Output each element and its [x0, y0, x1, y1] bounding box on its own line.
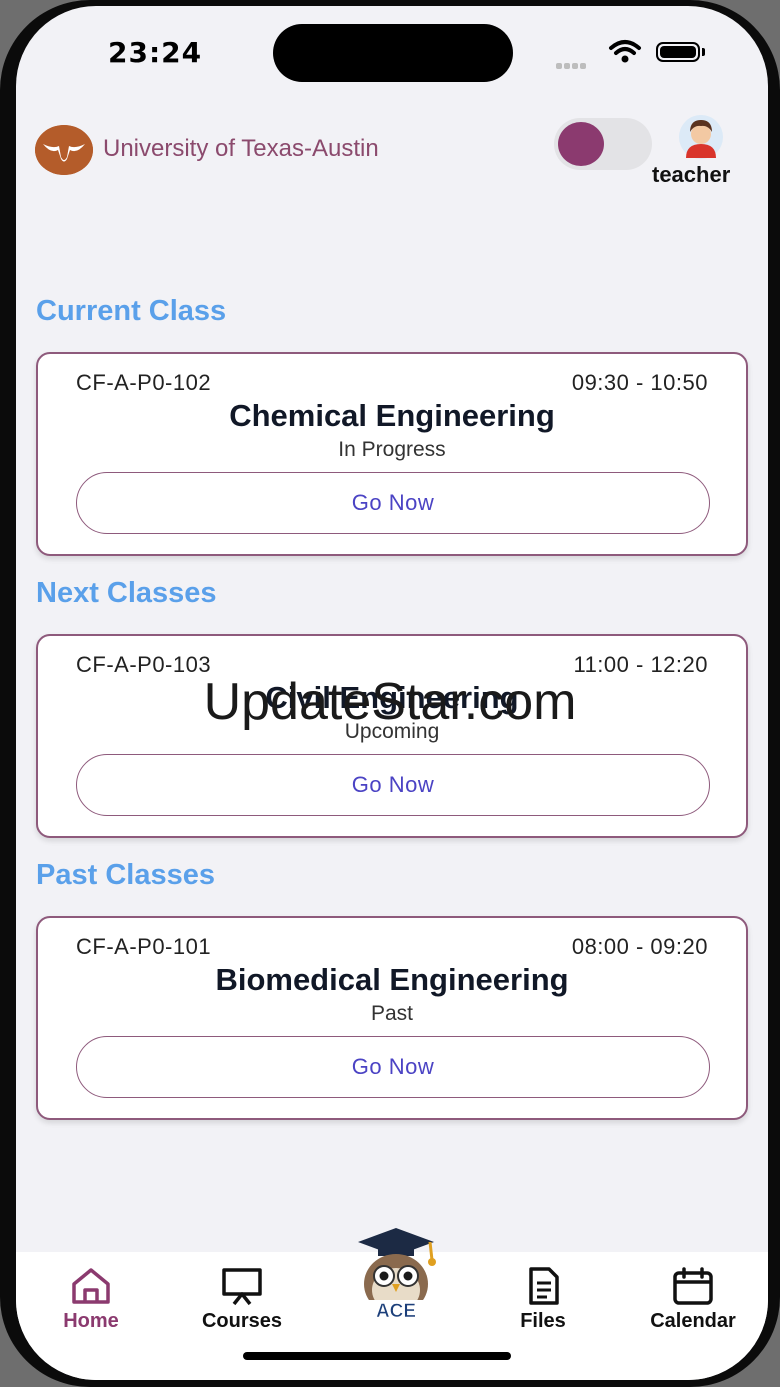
- go-now-button[interactable]: Go Now: [76, 754, 710, 816]
- role-label: teacher: [652, 162, 731, 187]
- class-code: CF-A-P0-101: [76, 934, 212, 959]
- wifi-icon: [609, 40, 641, 63]
- battery-icon: [656, 42, 700, 62]
- class-title: Biomedical Engineering: [215, 962, 569, 997]
- go-now-button[interactable]: Go Now: [76, 1036, 710, 1098]
- calendar-icon: [673, 1267, 713, 1305]
- tab-home-label: Home: [63, 1310, 119, 1332]
- tab-calendar[interactable]: Calendar: [628, 1266, 758, 1346]
- teacher-avatar-icon[interactable]: [678, 114, 724, 160]
- university-name: University of Texas-Austin: [103, 135, 379, 162]
- class-time: 11:00 - 12:20: [573, 652, 708, 677]
- tab-calendar-label: Calendar: [650, 1310, 736, 1332]
- status-icons: [556, 40, 726, 69]
- class-code: CF-A-P0-103: [76, 652, 212, 677]
- class-title: Civil Engineering: [265, 680, 519, 715]
- tab-home[interactable]: Home: [26, 1266, 156, 1346]
- class-card-current: CF-A-P0-102 09:30 - 10:50 Chemical Engin…: [36, 352, 748, 556]
- tab-courses-label: Courses: [201, 1310, 283, 1332]
- class-time: 08:00 - 09:20: [571, 934, 708, 959]
- document-icon: [529, 1267, 559, 1305]
- status-time: 23:24: [108, 36, 203, 69]
- section-heading-current: Current Class: [36, 295, 227, 327]
- battery-tip: [702, 48, 705, 56]
- toggle-knob[interactable]: [558, 122, 604, 166]
- tab-files-label: Files: [520, 1310, 566, 1332]
- presentation-board-icon: [222, 1268, 262, 1306]
- bottom-tab-bar: Home Courses ACE Files Calendar: [16, 1228, 768, 1380]
- class-card-next: CF-A-P0-103 11:00 - 12:20 Civil Engineer…: [36, 634, 748, 838]
- home-icon: [72, 1268, 110, 1304]
- tab-courses[interactable]: Courses: [177, 1266, 307, 1346]
- class-status: In Progress: [338, 438, 446, 461]
- phone-frame: 23:24 University of Texas-Austin teacher…: [0, 0, 780, 1387]
- app-screen: 23:24 University of Texas-Austin teacher…: [16, 6, 768, 1380]
- dynamic-island: [273, 24, 513, 82]
- role-toggle[interactable]: [554, 118, 652, 170]
- home-indicator[interactable]: [243, 1352, 511, 1360]
- ace-label: ACE: [376, 1301, 416, 1322]
- class-status: Upcoming: [344, 720, 440, 743]
- tab-files[interactable]: Files: [478, 1266, 608, 1346]
- class-time: 09:30 - 10:50: [571, 370, 708, 395]
- class-status: Past: [370, 1002, 414, 1025]
- section-heading-past: Past Classes: [36, 859, 215, 891]
- longhorn-logo-icon: [35, 125, 93, 175]
- cellular-signal-icon: [556, 54, 588, 73]
- go-now-button[interactable]: Go Now: [76, 472, 710, 534]
- section-heading-next: Next Classes: [36, 577, 217, 609]
- class-code: CF-A-P0-102: [76, 370, 212, 395]
- class-card-past: CF-A-P0-101 08:00 - 09:20 Biomedical Eng…: [36, 916, 748, 1120]
- class-title: Chemical Engineering: [229, 398, 555, 433]
- owl-mascot-icon[interactable]: ACE: [350, 1226, 442, 1324]
